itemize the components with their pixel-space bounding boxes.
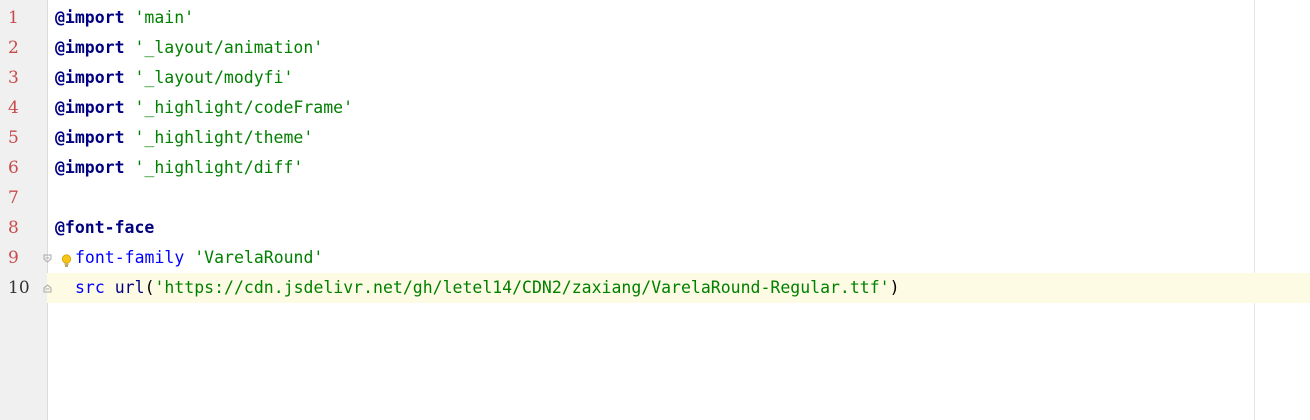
- code-text[interactable]: src url('https://cdn.jsdelivr.net/gh/let…: [75, 273, 900, 303]
- import-keyword: @import: [55, 158, 125, 177]
- line-number: 1: [8, 8, 19, 28]
- import-keyword: @import: [55, 68, 125, 87]
- line-number: 9: [8, 248, 19, 268]
- code-text[interactable]: @import 'main': [55, 3, 194, 33]
- line-number: 3: [8, 68, 19, 88]
- code-line[interactable]: 3 @import '_layout/modyfi': [0, 63, 1310, 93]
- fold-end-icon[interactable]: [43, 284, 52, 293]
- lightbulb-icon[interactable]: [61, 253, 72, 267]
- line-number: 8: [8, 218, 19, 238]
- string-literal: 'main': [134, 8, 195, 27]
- code-editor[interactable]: 1 @import 'main' 2 @import '_layout/anim…: [0, 0, 1310, 420]
- line-number: 6: [8, 158, 19, 178]
- code-text[interactable]: font-family 'VarelaRound': [75, 243, 323, 273]
- open-paren: (: [144, 278, 155, 297]
- code-text[interactable]: @import '_highlight/theme': [55, 123, 313, 153]
- property-name: src: [75, 278, 105, 297]
- string-literal: '_highlight/diff': [134, 158, 304, 177]
- import-keyword: @import: [55, 128, 125, 147]
- code-text[interactable]: @font-face: [55, 213, 154, 243]
- code-line[interactable]: 5 @import '_highlight/theme': [0, 123, 1310, 153]
- code-line[interactable]: 6 @import '_highlight/diff': [0, 153, 1310, 183]
- code-line[interactable]: 9 font-family 'VarelaRound': [0, 243, 1310, 273]
- string-literal: 'VarelaRound': [194, 248, 324, 267]
- code-text[interactable]: @import '_layout/animation': [55, 33, 323, 63]
- import-keyword: @import: [55, 8, 125, 27]
- code-text[interactable]: @import '_highlight/diff': [55, 153, 303, 183]
- code-text[interactable]: @import '_layout/modyfi': [55, 63, 293, 93]
- code-text[interactable]: @import '_highlight/codeFrame': [55, 93, 353, 123]
- code-line[interactable]: 2 @import '_layout/animation': [0, 33, 1310, 63]
- line-number: 5: [8, 128, 19, 148]
- string-literal: '_layout/animation': [134, 38, 324, 57]
- property-name: font-family: [75, 248, 185, 267]
- string-literal: '_highlight/theme': [134, 128, 314, 147]
- code-line[interactable]: 4 @import '_highlight/codeFrame': [0, 93, 1310, 123]
- line-number: 2: [8, 38, 19, 58]
- string-literal: '_highlight/codeFrame': [134, 98, 354, 117]
- function-name: url: [114, 278, 145, 297]
- line-number: 7: [8, 188, 19, 208]
- string-literal: '_layout/modyfi': [134, 68, 294, 87]
- code-line-current[interactable]: 10 src url('https://cdn.jsdelivr.net/gh/…: [0, 273, 1310, 303]
- font-face-keyword: @font-face: [55, 218, 155, 237]
- import-keyword: @import: [55, 38, 125, 57]
- line-number: 4: [8, 98, 19, 118]
- close-paren: ): [889, 278, 900, 297]
- import-keyword: @import: [55, 98, 125, 117]
- fold-start-icon[interactable]: [43, 254, 52, 263]
- code-line[interactable]: 7: [0, 183, 1310, 213]
- code-line[interactable]: 8 @font-face: [0, 213, 1310, 243]
- code-line[interactable]: 1 @import 'main': [0, 3, 1310, 33]
- string-literal: 'https://cdn.jsdelivr.net/gh/letel14/CDN…: [154, 278, 890, 297]
- line-number: 10: [0, 273, 47, 303]
